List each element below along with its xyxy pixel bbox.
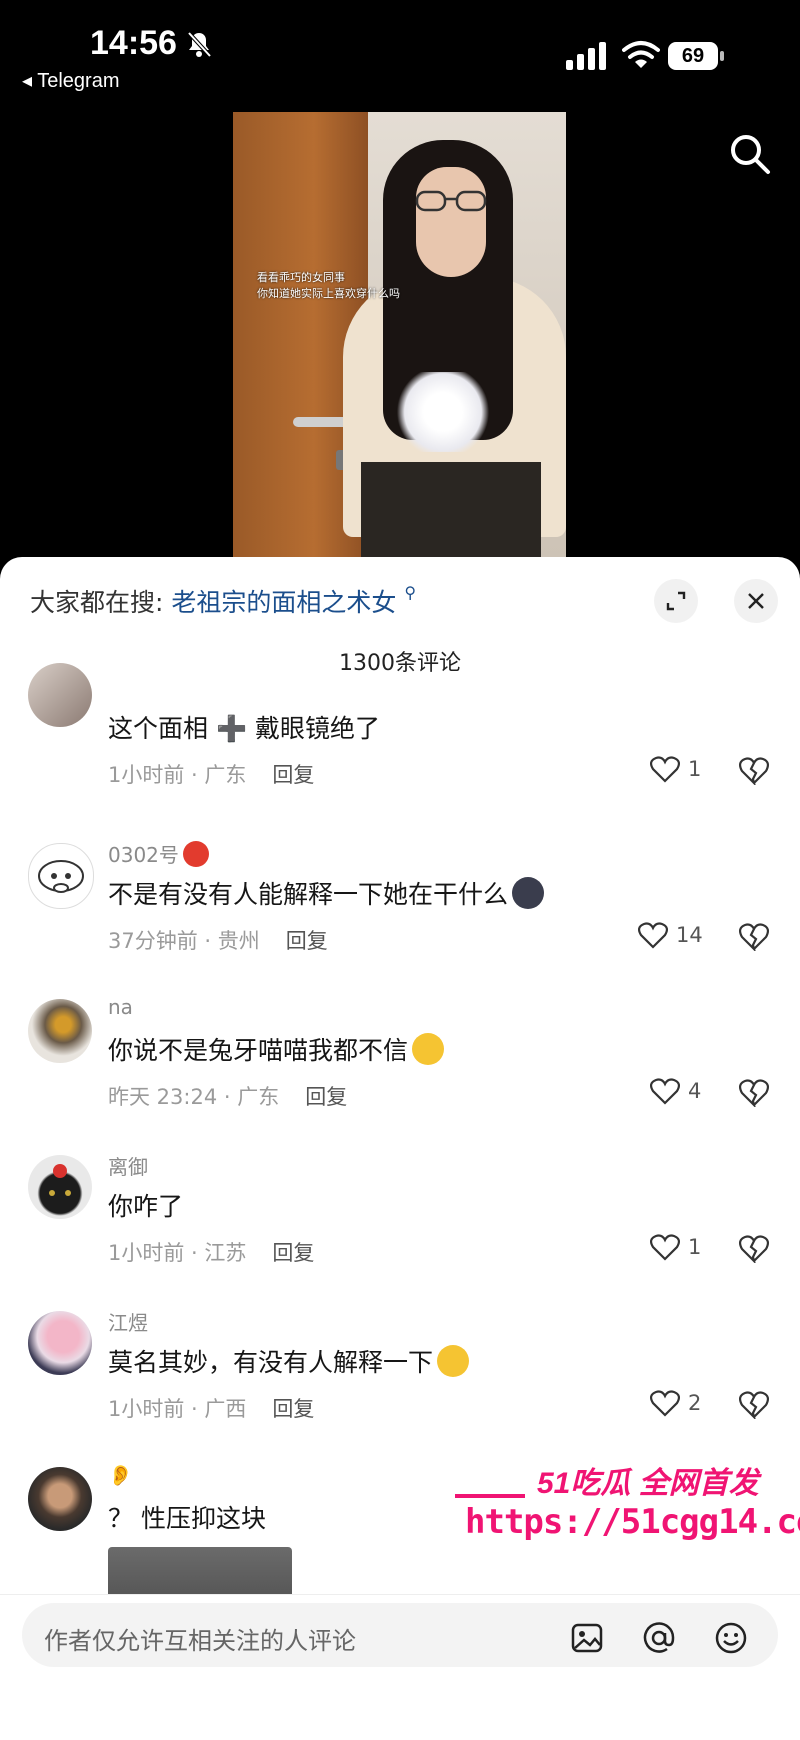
username[interactable]: 离御 <box>108 1151 148 1180</box>
broken-heart-icon[interactable] <box>738 755 770 785</box>
comment-text: 你咋了 <box>108 1192 184 1221</box>
username[interactable]: 👂 <box>108 1463 133 1487</box>
battery-indicator: 69 <box>668 42 724 70</box>
cellular-signal-icon <box>566 42 606 70</box>
battery-percent: 69 <box>681 45 705 67</box>
dark-face-emoji-icon <box>512 877 545 909</box>
comment-count: 1300条评论 <box>339 651 461 676</box>
username[interactable]: 0302号 <box>108 839 209 868</box>
like-button[interactable]: 4 <box>650 1075 730 1109</box>
comment-item: 离御 你咋了 1小时前 · 江苏 回复 1 <box>0 1145 800 1301</box>
status-bar: 14:56 ◂ Telegram 69 <box>0 0 800 100</box>
close-button[interactable] <box>734 579 778 623</box>
like-button[interactable]: 2 <box>650 1387 730 1421</box>
emoji-icon[interactable] <box>714 1621 748 1655</box>
expand-button[interactable] <box>654 579 698 623</box>
heart-icon <box>638 922 668 949</box>
avatar[interactable] <box>28 1311 92 1375</box>
reply-button[interactable]: 回复 <box>272 1241 314 1265</box>
comment-text: 不是有没有人能解释一下她在干什么 <box>108 875 545 911</box>
comment-text: 你说不是兔牙喵喵我都不信 <box>108 1031 445 1067</box>
heart-icon <box>650 1078 680 1105</box>
broken-heart-icon[interactable] <box>738 921 770 951</box>
username[interactable]: 江煜 <box>108 1307 148 1336</box>
comment-sheet: 大家都在搜: 老祖宗的面相之术女 ⚲ 1300条评论 这个面相 ➕ 戴眼镜绝了 … <box>0 557 800 1739</box>
heart-icon <box>650 1390 680 1417</box>
back-to-telegram-link[interactable]: ◂ Telegram <box>22 68 120 93</box>
username[interactable]: na <box>108 995 133 1019</box>
reply-button[interactable]: 回复 <box>272 763 314 787</box>
avatar[interactable] <box>28 1155 92 1219</box>
rofl-emoji-icon <box>437 1345 470 1377</box>
video-player[interactable]: 看看乖巧的女同事 你知道她实际上喜欢穿什么吗 <box>233 112 566 557</box>
reply-button[interactable]: 回复 <box>272 1397 314 1421</box>
avatar[interactable] <box>28 999 92 1063</box>
comment-meta: 1小时前 · 广西 回复 <box>108 1397 315 1421</box>
expand-icon <box>666 591 686 611</box>
comment-text: 这个面相 ➕ 戴眼镜绝了 <box>108 714 381 743</box>
avatar[interactable] <box>28 663 92 727</box>
broken-heart-icon[interactable] <box>738 1389 770 1419</box>
comment-meta: 37分钟前 · 贵州 回复 <box>108 929 328 953</box>
comment-item: 江煜 莫名其妙，有没有人解释一下 1小时前 · 广西 回复 2 <box>0 1301 800 1457</box>
crying-laughing-emoji-icon <box>412 1033 445 1065</box>
comment-text: 莫名其妙，有没有人解释一下 <box>108 1343 470 1379</box>
search-icon[interactable] <box>728 132 772 176</box>
heart-icon <box>650 1234 680 1261</box>
video-caption: 看看乖巧的女同事 你知道她实际上喜欢穿什么吗 <box>257 271 400 300</box>
comment-item: 这个面相 ➕ 戴眼镜绝了 1小时前 · 广东 回复 1 <box>0 663 800 843</box>
avatar[interactable] <box>28 843 94 909</box>
reply-button[interactable]: 回复 <box>286 929 328 953</box>
avatar[interactable] <box>28 1467 92 1531</box>
close-icon <box>748 593 764 609</box>
image-icon[interactable] <box>570 1621 604 1655</box>
watermark-title: 51吃瓜 全网首发 <box>537 1467 759 1500</box>
like-button[interactable]: 14 <box>638 919 718 953</box>
mention-icon[interactable] <box>642 1621 676 1655</box>
tomato-icon <box>182 841 209 867</box>
comment-input-placeholder: 作者仅允许互相关注的人评论 <box>44 1627 356 1655</box>
trending-query-link[interactable]: 老祖宗的面相之术女 <box>171 588 396 617</box>
heart-icon <box>650 756 680 783</box>
like-button[interactable]: 1 <box>650 1231 730 1265</box>
comment-input[interactable]: 作者仅允许互相关注的人评论 <box>22 1603 778 1667</box>
comment-meta: 1小时前 · 江苏 回复 <box>108 1241 315 1265</box>
watermark: 51吃瓜 全网首发 https://51cgg14.com <box>455 1458 800 1548</box>
comment-input-bar: 作者仅允许互相关注的人评论 <box>0 1594 800 1740</box>
reply-button[interactable]: 回复 <box>305 1085 347 1109</box>
like-button[interactable]: 1 <box>650 753 730 787</box>
trending-search[interactable]: 大家都在搜: 老祖宗的面相之术女 ⚲ <box>30 583 416 619</box>
watermark-url: https://51cgg14.com <box>465 1502 800 1542</box>
search-small-icon: ⚲ <box>404 583 417 602</box>
comment-text: ？ 性压抑这块 <box>108 1504 266 1533</box>
comment-item: na 你说不是兔牙喵喵我都不信 昨天 23:24 · 广东 回复 4 <box>0 989 800 1145</box>
status-time: 14:56 <box>90 24 177 62</box>
broken-heart-icon[interactable] <box>738 1077 770 1107</box>
comment-meta: 1小时前 · 广东 回复 <box>108 763 315 787</box>
bell-muted-icon <box>187 31 212 58</box>
broken-heart-icon[interactable] <box>738 1233 770 1263</box>
comment-meta: 昨天 23:24 · 广东 回复 <box>108 1085 348 1109</box>
comment-item: 0302号 不是有没有人能解释一下她在干什么 37分钟前 · 贵州 回复 14 <box>0 833 800 989</box>
wifi-icon <box>622 41 660 68</box>
